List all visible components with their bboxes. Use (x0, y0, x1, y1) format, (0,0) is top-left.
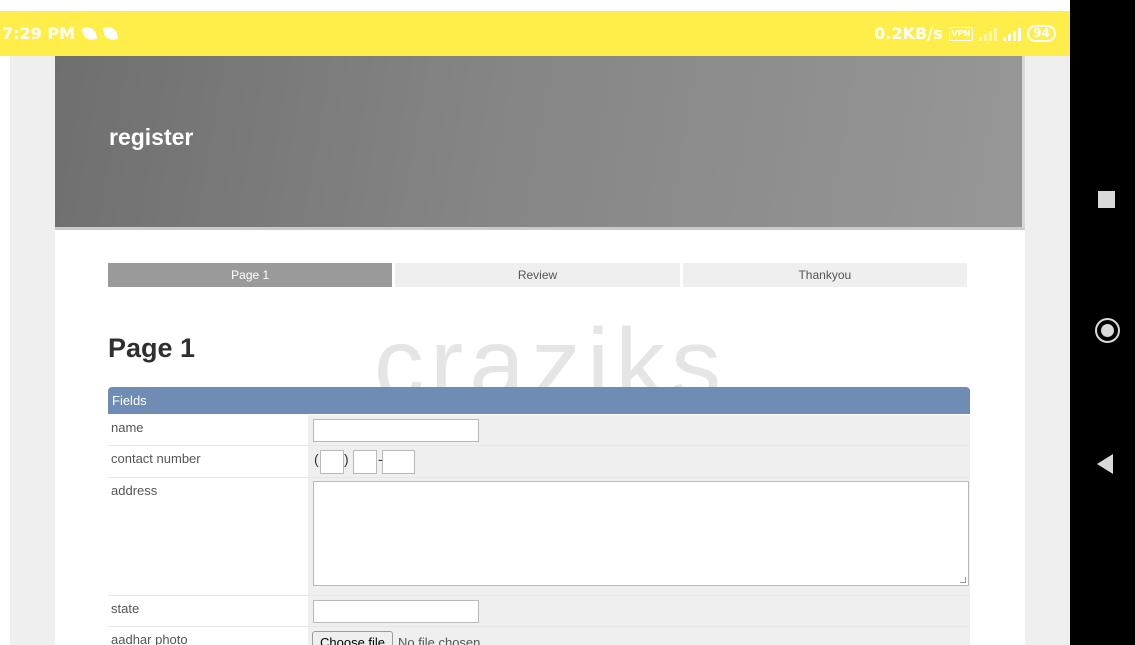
contact-close-paren: ) (344, 451, 349, 467)
form-content: Page 1 Review Thankyou Page 1 craziks Fi… (55, 232, 1025, 645)
address-label: address (111, 483, 158, 498)
name-input[interactable] (313, 419, 479, 442)
page-margin-right (1025, 56, 1070, 645)
battery-icon: 94 (1027, 25, 1056, 42)
back-icon[interactable] (1097, 454, 1113, 474)
form-row-name: name (108, 415, 970, 446)
form-row-contact-number: contact number ( ) - (108, 446, 970, 478)
recents-icon[interactable] (1098, 191, 1115, 208)
form-row-aadhar-photo: aadhar photo Choose file No file chosen (108, 627, 970, 645)
contact-prefix-input[interactable] (353, 450, 377, 474)
aadhar-photo-label: aadhar photo (111, 632, 188, 645)
form-row-state: state (108, 596, 970, 627)
contact-line-input[interactable] (382, 450, 415, 474)
hero-banner: register (55, 56, 1025, 230)
notification-leaf-icon (81, 25, 98, 42)
step-thankyou[interactable]: Thankyou (682, 263, 967, 287)
vpn-icon: VPN (948, 26, 974, 41)
step-progress: Page 1 Review Thankyou (108, 263, 967, 287)
network-speed: 0.2KB/s (874, 24, 943, 43)
step-review[interactable]: Review (395, 263, 680, 287)
status-time: 7:29 PM (2, 24, 76, 43)
fields-section-header: Fields (108, 387, 970, 414)
name-label: name (111, 420, 144, 435)
contact-open-paren: ( (314, 451, 319, 467)
state-label: state (111, 601, 140, 616)
state-input[interactable] (313, 600, 479, 623)
page-title: Page 1 (108, 333, 196, 363)
contact-area-code-input[interactable] (320, 450, 344, 474)
home-icon[interactable] (1095, 318, 1120, 343)
signal-sim2-icon (1003, 27, 1022, 41)
resize-handle-icon[interactable] (960, 577, 966, 583)
contact-number-label: contact number (111, 451, 201, 466)
address-textarea[interactable] (313, 481, 969, 586)
page-margin-left (10, 56, 55, 645)
signal-sim1-icon (979, 27, 998, 41)
hero-title: register (109, 124, 194, 150)
file-status-text: No file chosen (398, 635, 481, 645)
notification-leaf-icon (102, 25, 119, 42)
form-row-address: address (108, 478, 970, 596)
step-page-1[interactable]: Page 1 (108, 263, 393, 287)
status-bar: 7:29 PM 0.2KB/s VPN 94 (0, 11, 1070, 56)
choose-file-button[interactable]: Choose file (312, 631, 394, 645)
android-nav-bar (1070, 0, 1135, 645)
